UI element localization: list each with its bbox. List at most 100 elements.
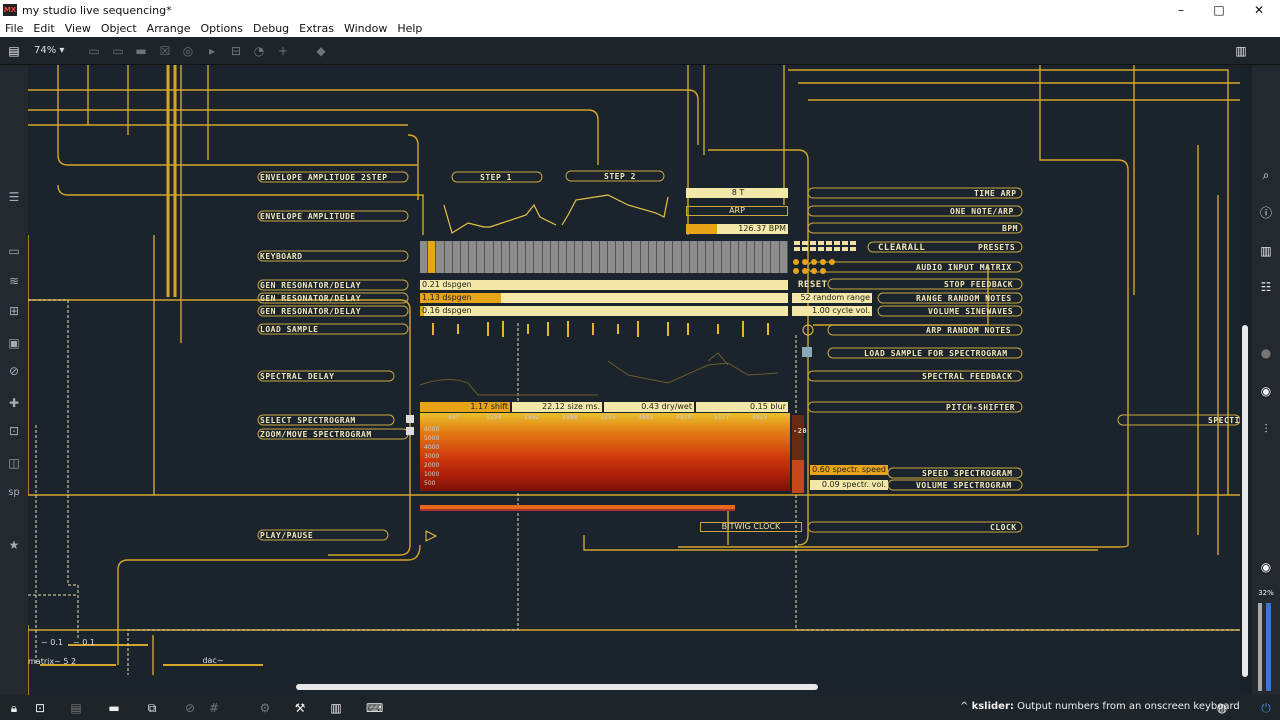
piano-key[interactable] [648,241,657,273]
piano-key[interactable] [477,241,486,273]
menu-file[interactable]: File [0,22,28,35]
add-object-icon[interactable]: + [276,44,290,58]
dry-wet-numbox[interactable]: 0.43 dry/wet [604,402,694,412]
piano-key[interactable] [730,241,739,273]
patcher-canvas[interactable]: ENVELOPE AMPLITUDE 2STEP ENVELOPE AMPLIT… [28,65,1240,695]
presentation-mode-icon[interactable]: ⊡ [32,700,48,716]
piano-key[interactable] [599,241,608,273]
package-icon[interactable]: ◫ [6,455,22,471]
piano-key[interactable] [632,241,641,273]
piano-key[interactable] [697,241,707,273]
maximize-button[interactable]: □ [1200,0,1238,20]
close-button[interactable]: ✕ [1240,0,1278,20]
line-object-2[interactable]: ~ 0.1 [72,639,96,649]
piano-key[interactable] [575,241,584,273]
blur-numbox[interactable]: 0.15 blur [696,402,788,412]
piano-key[interactable] [714,241,723,273]
message-box-icon[interactable]: ▭ [111,44,125,58]
piano-key[interactable] [640,241,649,273]
resonator-3-numbox[interactable]: 0.16 dspgen [420,306,788,316]
piano-key[interactable] [542,241,551,273]
piano-key[interactable] [746,241,756,273]
spectrogram-display[interactable] [420,413,790,491]
piano-key[interactable] [534,241,543,273]
piano-key[interactable] [763,241,772,273]
piano-key[interactable] [722,241,731,273]
piano-key[interactable] [469,241,478,273]
piano-key[interactable] [444,241,453,273]
info-icon[interactable]: ⓘ [1258,205,1274,221]
menu-edit[interactable]: Edit [28,22,59,35]
zoom-select[interactable]: 74% ▾ [34,45,64,56]
piano-key[interactable] [689,241,698,273]
comment-icon[interactable]: ▬ [106,700,122,716]
piano-key[interactable] [567,241,576,273]
toggle-icon[interactable]: ☒ [158,44,172,58]
waveform-icon[interactable]: ≋ [6,273,22,289]
size-ms-numbox[interactable]: 22.12 size ms. [512,402,602,412]
piano-key[interactable] [656,241,666,273]
keyboard-icon[interactable]: ⌨ [366,700,383,716]
search-icon[interactable]: ⌕ [1258,167,1274,183]
resonator-2-numbox[interactable]: 1.13 dspgen [420,293,788,303]
piano-key[interactable] [518,241,527,273]
spectr-speed-numbox[interactable]: 0.60 spectr. speed [810,465,888,475]
sliders-icon[interactable]: ⫶ [1258,421,1274,437]
list-icon[interactable]: ☷ [1258,279,1274,295]
piano-key[interactable] [436,241,445,273]
paperclip-icon[interactable]: ⊘ [6,363,22,379]
minimize-button[interactable]: – [1162,0,1200,20]
piano-key[interactable] [493,241,502,273]
audio-meter-icon[interactable]: ◍ [1214,700,1230,716]
image-icon[interactable]: ▣ [6,335,22,351]
chat-icon[interactable]: ● [1258,345,1274,361]
piano-key[interactable] [665,241,674,273]
piano-key[interactable] [607,241,617,273]
paint-bucket-icon[interactable]: ◆ [314,44,328,58]
bitwig-clock-button[interactable]: BITWIG CLOCK [700,522,802,532]
cycle-vol-numbox[interactable]: 1.00 cycle vol. [792,306,872,316]
kslider-keyboard[interactable] [420,241,788,273]
snap-grid-icon[interactable]: # [206,700,222,716]
lock-icon[interactable]: 🔒︎ [6,700,22,716]
book-icon[interactable]: ▥ [1258,243,1274,259]
arp-menu[interactable]: ARP [686,206,788,216]
dial-icon[interactable]: ◔ [252,44,266,58]
power-icon[interactable]: ⏻ [1258,700,1274,716]
time-arp-numbox[interactable]: 8 T [686,188,788,198]
dac-object[interactable]: dac~ [163,657,263,667]
reset-button[interactable]: RESET [798,280,828,290]
sp-text-icon[interactable]: sp [6,485,22,501]
piano-key[interactable] [681,241,690,273]
grid-icon[interactable]: ▤ [68,700,84,716]
piano-key[interactable] [501,241,510,273]
menu-debug[interactable]: Debug [248,22,294,35]
presentation-icon[interactable]: ▭ [87,44,101,58]
piano-key[interactable] [738,241,747,273]
menu-arrange[interactable]: Arrange [142,22,196,35]
spectr-vol-numbox[interactable]: 0.09 spectr. vol. [810,480,888,490]
piano-key[interactable] [771,241,780,273]
piano-key[interactable] [452,241,461,273]
monitor-icon[interactable]: ▭ [6,243,22,259]
menu-options[interactable]: Options [196,22,248,35]
bang-icon[interactable]: ▸ [205,44,219,58]
button-icon[interactable]: ◎ [181,44,195,58]
piano-key[interactable] [706,241,715,273]
piano-key[interactable] [779,241,788,273]
line-object-1[interactable]: ~ 0.1 [40,639,64,649]
piano-key[interactable] [526,241,535,273]
inspector-toggle-icon[interactable]: ▥ [1234,44,1248,58]
patch-cord-icon[interactable]: ⊘ [182,700,198,716]
sidebar-toggle-icon[interactable]: ▤ [7,44,21,58]
piano-key[interactable] [755,241,764,273]
resonator-1-numbox[interactable]: 0.21 dspgen [420,280,788,290]
horizontal-scrollbar[interactable] [296,684,818,690]
wrench-icon[interactable]: ⚒ [292,700,308,716]
piano-key[interactable] [591,241,600,273]
clearall-button[interactable]: CLEARALL [878,243,925,253]
menu-help[interactable]: Help [392,22,427,35]
list-icon[interactable]: ☰ [6,189,22,205]
piano-key[interactable] [428,241,437,273]
record-icon[interactable]: ◉ [1258,559,1274,575]
